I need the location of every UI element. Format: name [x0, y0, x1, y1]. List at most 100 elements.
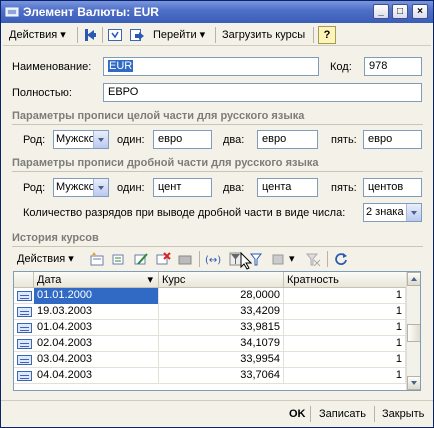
name-field[interactable]: EUR [103, 57, 319, 76]
cell-rate[interactable]: 28,0000 [159, 288, 284, 304]
int-two-label: два: [223, 134, 245, 146]
interval-icon[interactable]: (↔) [205, 251, 221, 267]
filter-off-icon[interactable] [305, 251, 321, 267]
maximize-button[interactable]: □ [392, 4, 408, 19]
cell-rate[interactable]: 34,1079 [159, 336, 284, 352]
record-icon [17, 291, 32, 301]
cell-multiplicity[interactable]: 1 [284, 336, 406, 352]
frac-one-field[interactable]: цент [153, 178, 212, 197]
table-row[interactable]: 04.04.2003 33,7064 1 [14, 368, 406, 384]
load-rates-button[interactable]: Загрузить курсы [218, 26, 309, 44]
cell-date[interactable]: 02.04.2003 [34, 336, 159, 352]
cell-multiplicity[interactable]: 1 [284, 352, 406, 368]
digits-value: 2 знака [366, 206, 404, 218]
scroll-up-button[interactable] [407, 272, 420, 286]
copy-row-icon[interactable] [111, 251, 127, 267]
goto-icon[interactable] [129, 27, 145, 43]
mark-delete-icon[interactable] [177, 251, 193, 267]
cell-multiplicity[interactable]: 1 [284, 368, 406, 384]
cell-date[interactable]: 04.04.2003 [34, 368, 159, 384]
frac-five-field[interactable]: центов [363, 178, 422, 197]
digits-select[interactable]: 2 знака [363, 203, 422, 222]
frac-one-label: один: [117, 182, 145, 194]
scroll-thumb[interactable] [407, 324, 420, 342]
cell-rate[interactable]: 33,7064 [159, 368, 284, 384]
actions-menu[interactable]: Действия ▾ [5, 26, 70, 44]
chevron-down-icon [411, 381, 417, 385]
filter-history-icon[interactable] [271, 251, 287, 267]
column-header-date[interactable]: Дата ▾ [34, 272, 159, 288]
title-bar[interactable]: Элемент Валюты: EUR _ □ × [1, 1, 433, 23]
int-one-field[interactable]: евро [153, 130, 212, 149]
frac-two-field[interactable]: цента [257, 178, 318, 197]
rates-history-table: Дата ▾ Курс Кратность 01.01.2000 28,0000… [13, 271, 421, 391]
digits-label: Количество разрядов при выводе дробной ч… [23, 207, 346, 219]
code-label: Код: [330, 61, 352, 73]
toolbar-separator [374, 406, 375, 422]
history-actions-menu[interactable]: Действия ▾ [13, 250, 78, 268]
code-field[interactable]: 978 [364, 57, 422, 76]
table-row[interactable]: 02.04.2003 34,1079 1 [14, 336, 406, 352]
cell-multiplicity[interactable]: 1 [284, 288, 406, 304]
cell-multiplicity[interactable]: 1 [284, 320, 406, 336]
int-two-field[interactable]: евро [257, 130, 318, 149]
column-header-multiplicity[interactable]: Кратность [284, 272, 406, 288]
full-name-field[interactable]: ЕВРО [103, 83, 422, 102]
int-gender-select[interactable]: Мужско [53, 130, 109, 149]
cell-multiplicity[interactable]: 1 [284, 304, 406, 320]
int-five-label: пять: [331, 134, 357, 146]
cell-date[interactable]: 01.04.2003 [34, 320, 159, 336]
toolbar-separator [102, 27, 103, 43]
currency-app-icon [5, 7, 19, 17]
table-header: Дата ▾ Курс Кратность [14, 272, 406, 288]
table-vertical-scrollbar[interactable] [406, 272, 420, 390]
frac-two-label: два: [223, 182, 245, 194]
column-header-rate[interactable]: Курс [159, 272, 284, 288]
scroll-down-button[interactable] [407, 376, 420, 390]
close-button[interactable]: Закрыть [377, 405, 429, 423]
table-row[interactable]: 03.04.2003 33,9954 1 [14, 352, 406, 368]
sort-desc-icon: ▾ [147, 274, 153, 286]
edit-row-icon[interactable] [133, 251, 149, 267]
delete-row-icon[interactable] [155, 251, 171, 267]
ok-button[interactable]: OK [284, 405, 311, 423]
main-toolbar: Действия ▾ Перейти ▾ Загрузить курсы ? [3, 24, 431, 46]
table-row[interactable]: 01.01.2000 28,0000 1 [14, 288, 406, 304]
minimize-button[interactable]: _ [373, 4, 389, 19]
currency-element-window: Элемент Валюты: EUR _ □ × Действия ▾ Пер… [0, 0, 434, 428]
actions-menu-label: Действия [9, 29, 58, 41]
chevron-down-icon[interactable] [93, 179, 108, 196]
chevron-down-icon[interactable] [93, 131, 108, 148]
arrow-left-icon[interactable] [83, 27, 99, 43]
cell-rate[interactable]: 33,9815 [159, 320, 284, 336]
full-name-label: Полностью: [12, 87, 72, 99]
toolbar-separator [310, 406, 311, 422]
record-icon [17, 355, 32, 365]
record-icon [17, 307, 32, 317]
cell-date[interactable]: 19.03.2003 [34, 304, 159, 320]
cell-date[interactable]: 03.04.2003 [34, 352, 159, 368]
refresh-icon[interactable] [333, 251, 349, 267]
section-divider [12, 246, 423, 247]
toolbar-separator [77, 27, 78, 43]
chevron-down-icon[interactable]: ▾ [287, 250, 297, 268]
add-row-icon[interactable] [89, 251, 105, 267]
frac-gender-select[interactable]: Мужско [53, 178, 109, 197]
svg-text:(↔): (↔) [205, 255, 221, 266]
cell-rate[interactable]: 33,4209 [159, 304, 284, 320]
section-divider [12, 171, 423, 172]
chevron-down-icon[interactable] [406, 204, 421, 221]
int-five-field[interactable]: евро [363, 130, 422, 149]
save-button[interactable]: Записать [314, 405, 371, 423]
help-button[interactable]: ? [318, 26, 336, 44]
int-gender-label: Род: [23, 134, 46, 146]
goto-menu[interactable]: Перейти ▾ [149, 26, 209, 44]
list-refresh-icon[interactable] [107, 27, 123, 43]
table-row[interactable]: 19.03.2003 33,4209 1 [14, 304, 406, 320]
cell-rate[interactable]: 33,9954 [159, 352, 284, 368]
goto-menu-label: Перейти [153, 29, 197, 41]
cell-date[interactable]: 01.01.2000 [34, 288, 159, 304]
table-row[interactable]: 01.04.2003 33,9815 1 [14, 320, 406, 336]
close-window-button[interactable]: × [412, 4, 428, 19]
mouse-cursor-icon [240, 252, 252, 270]
